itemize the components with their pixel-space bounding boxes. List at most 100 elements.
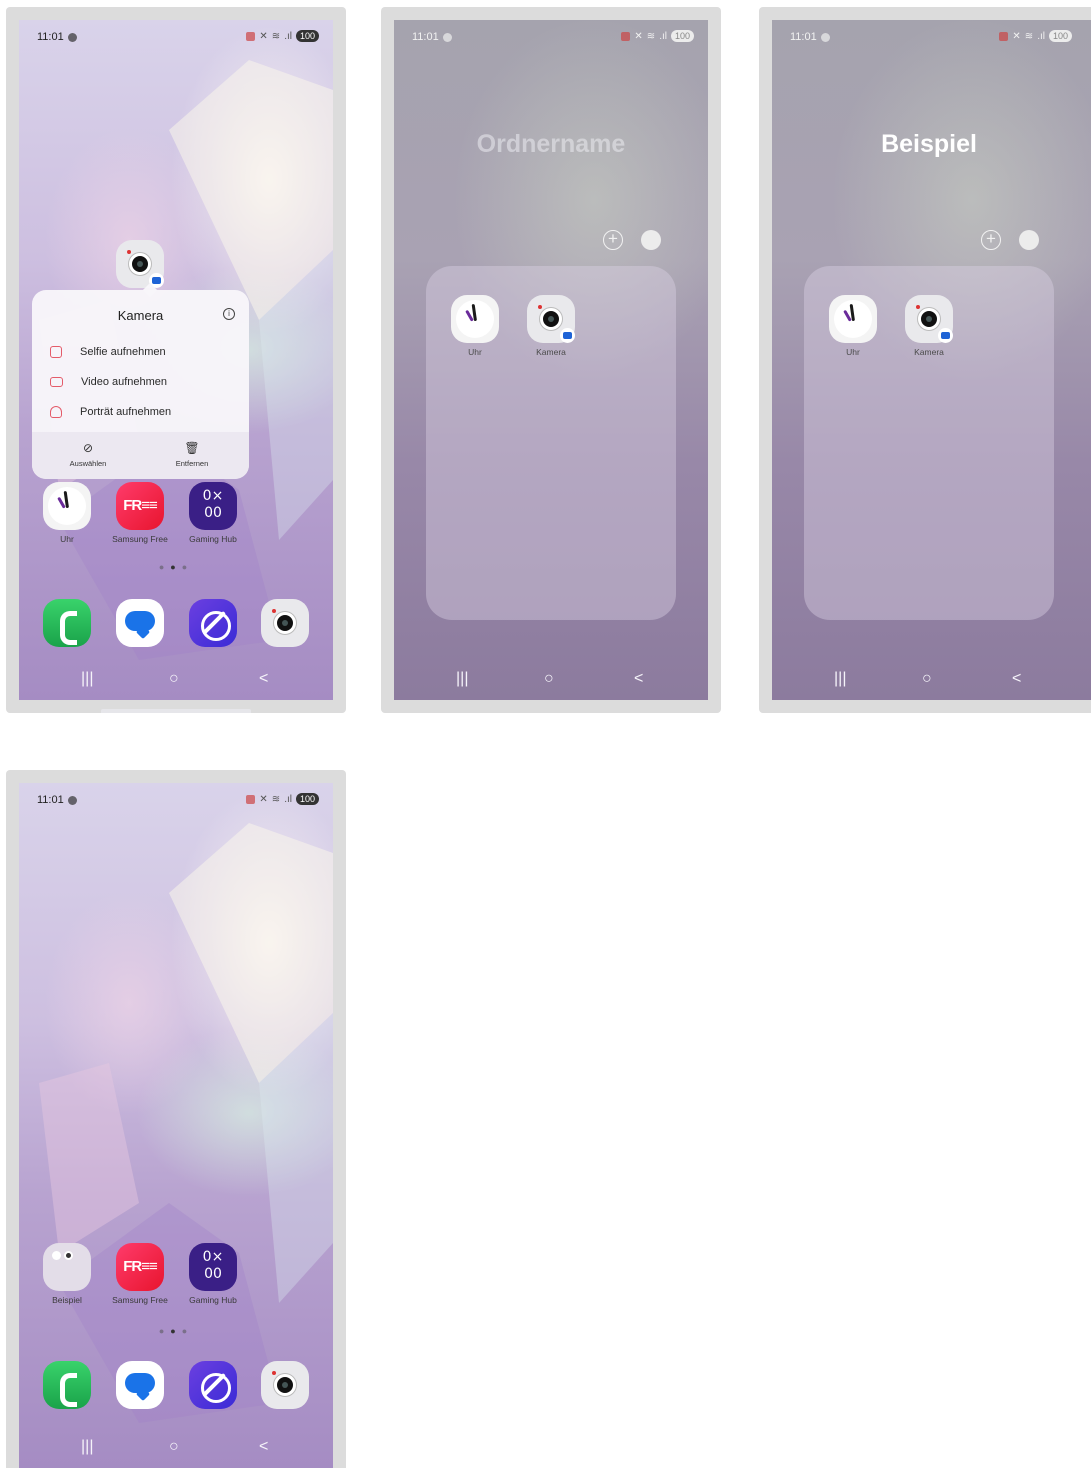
camera-icon <box>261 1361 309 1409</box>
portrait-person-icon <box>50 406 62 418</box>
status-time: 11:01 <box>37 31 77 43</box>
shortcut-video[interactable]: Video aufnehmen <box>50 376 167 388</box>
home-button[interactable]: ○ <box>169 670 179 688</box>
mute-icon: ✕ <box>634 30 643 42</box>
info-icon[interactable]: i <box>223 308 235 320</box>
back-button[interactable]: < <box>259 1438 268 1456</box>
back-button[interactable]: < <box>634 670 643 688</box>
dock-internet[interactable] <box>178 599 248 647</box>
home-folder-beispiel[interactable]: Beispiel <box>32 1243 102 1305</box>
camera-lens <box>918 308 940 330</box>
wifi-icon: ≋ <box>271 30 281 42</box>
app-notification-icon <box>67 795 77 805</box>
messages-icon <box>116 1361 164 1409</box>
mute-icon: ✕ <box>259 30 268 42</box>
check-circle-icon: ⊘ <box>82 441 94 455</box>
app-clock[interactable]: Uhr <box>32 482 102 544</box>
folder-color-button[interactable] <box>641 230 661 250</box>
remove-button-label: Entfernen <box>175 459 209 468</box>
dock-messages[interactable] <box>105 599 175 647</box>
folder-screen: 11:01 ✕ ≋ .ıl 100 Ordnername + Uhr Kamera |… <box>394 20 708 700</box>
page-indicator[interactable]: ●●● <box>19 562 333 572</box>
camera-flash-dot <box>538 305 542 309</box>
recent-apps-button[interactable]: ||| <box>456 670 468 688</box>
camera-flash-dot <box>272 609 276 613</box>
status-icons: ✕ ≋ .ıl 100 <box>246 30 319 42</box>
signal-icon: .ıl <box>1037 30 1045 42</box>
camera-icon <box>527 295 575 343</box>
work-profile-badge-icon <box>560 328 575 343</box>
phone-icon <box>43 599 91 647</box>
camera-flash-dot <box>272 1371 276 1375</box>
app-gaming-hub[interactable]: 0× 00 Gaming Hub <box>178 1243 248 1305</box>
select-button[interactable]: ⊘ Auswählen <box>53 441 123 468</box>
dock-internet[interactable] <box>178 1361 248 1409</box>
app-notification-icon <box>820 32 830 42</box>
select-button-label: Auswählen <box>69 459 107 468</box>
shortcut-selfie[interactable]: Selfie aufnehmen <box>50 346 166 358</box>
selfie-camera-icon <box>50 346 62 358</box>
mute-icon: ✕ <box>1012 30 1021 42</box>
add-apps-button[interactable]: + <box>981 230 1001 250</box>
folder-app-clock[interactable]: Uhr <box>818 295 888 357</box>
phone-icon <box>43 1361 91 1409</box>
folder-app-clock[interactable]: Uhr <box>440 295 510 357</box>
camera-lens <box>274 612 296 634</box>
back-button[interactable]: < <box>1012 670 1021 688</box>
dock-camera[interactable] <box>250 1361 320 1409</box>
folder-icon <box>43 1243 91 1291</box>
dock-phone[interactable] <box>32 1361 102 1409</box>
gesture-handle <box>101 709 251 713</box>
home-screen: 11:01 ✕ ≋ .ıl 100 Beispiel FR≡≡ Samsung Fre… <box>19 783 333 1468</box>
remove-button[interactable]: 🗑 Entfernen <box>157 441 227 468</box>
dock-camera[interactable] <box>250 599 320 647</box>
screenshot-frame-4: 11:01 ✕ ≋ .ıl 100 Beispiel FR≡≡ Samsung Fre… <box>6 770 346 1468</box>
page-indicator[interactable]: ●●● <box>19 1326 333 1336</box>
mute-icon: ✕ <box>259 793 268 805</box>
back-button[interactable]: < <box>259 670 268 688</box>
home-button[interactable]: ○ <box>169 1438 179 1456</box>
recent-apps-button[interactable]: ||| <box>834 670 846 688</box>
messages-icon <box>116 599 164 647</box>
cast-icon <box>246 31 256 41</box>
folder-name-input[interactable]: Beispiel <box>772 130 1086 159</box>
gaming-hub-icon: 0× 00 <box>189 1243 237 1291</box>
navigation-bar: ||| ○ < <box>772 660 1086 700</box>
camera-lens <box>274 1374 296 1396</box>
signal-icon: .ıl <box>284 30 292 42</box>
dock-messages[interactable] <box>105 1361 175 1409</box>
dock-phone[interactable] <box>32 599 102 647</box>
recent-apps-button[interactable]: ||| <box>81 670 93 688</box>
app-label: Uhr <box>60 534 74 544</box>
app-gaming-hub[interactable]: 0× 00 Gaming Hub <box>178 482 248 544</box>
camera-app-dragged[interactable] <box>105 240 175 288</box>
folder-name-input[interactable]: Ordnername <box>394 130 708 159</box>
folder-color-button[interactable] <box>1019 230 1039 250</box>
shortcut-portrait[interactable]: Porträt aufnehmen <box>50 406 171 418</box>
shortcut-portrait-label: Porträt aufnehmen <box>80 406 172 418</box>
trash-icon: 🗑 <box>184 441 200 455</box>
app-samsung-free[interactable]: FR≡≡ Samsung Free <box>105 1243 175 1305</box>
folder-app-camera[interactable]: Kamera <box>516 295 586 357</box>
status-bar: 11:01 ✕ ≋ .ıl 100 <box>19 783 333 819</box>
home-button[interactable]: ○ <box>922 670 932 688</box>
app-label: Kamera <box>536 347 566 357</box>
navigation-bar: ||| ○ < <box>19 1428 333 1468</box>
navigation-bar: ||| ○ < <box>394 660 708 700</box>
home-button[interactable]: ○ <box>544 670 554 688</box>
app-samsung-free[interactable]: FR≡≡ Samsung Free <box>105 482 175 544</box>
video-camera-icon <box>50 377 63 387</box>
add-apps-button[interactable]: + <box>603 230 623 250</box>
battery-indicator: 100 <box>1048 30 1072 42</box>
screenshot-frame-1: 11:01 ✕ ≋ .ıl 100 Kamera i Selfie aufnehmen… <box>6 7 346 713</box>
wifi-icon: ≋ <box>1024 30 1034 42</box>
folder-preview-clock <box>52 1251 61 1260</box>
status-bar: 11:01 ✕ ≋ .ıl 100 <box>772 20 1091 56</box>
app-label: Beispiel <box>52 1295 82 1305</box>
app-label: Uhr <box>846 347 860 357</box>
clock-icon <box>829 295 877 343</box>
wifi-icon: ≋ <box>271 793 281 805</box>
folder-app-camera[interactable]: Kamera <box>894 295 964 357</box>
recent-apps-button[interactable]: ||| <box>81 1438 93 1456</box>
home-screen: 11:01 ✕ ≋ .ıl 100 Kamera i Selfie aufnehmen… <box>19 20 333 700</box>
